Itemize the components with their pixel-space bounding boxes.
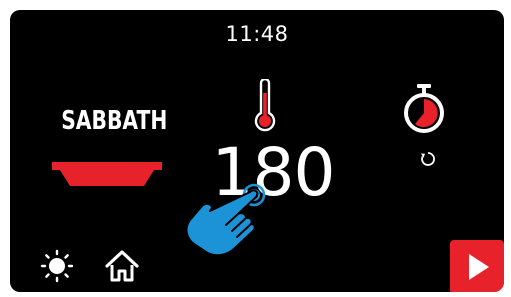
play-icon	[469, 254, 489, 280]
stopwatch-icon[interactable]	[401, 82, 447, 136]
thermometer-icon[interactable]	[253, 79, 277, 133]
oven-control-screen: 11:48 SABBATH 180	[10, 10, 504, 292]
reset-arrow-icon[interactable]	[419, 150, 437, 168]
tap-hand-icon	[185, 183, 266, 257]
start-button[interactable]	[450, 240, 504, 292]
home-icon[interactable]	[104, 249, 140, 283]
clock-time: 11:48	[225, 22, 289, 46]
cooking-mode-label[interactable]: SABBATH	[61, 106, 167, 136]
oven-tray-icon[interactable]	[52, 160, 164, 190]
sun-icon[interactable]	[40, 249, 74, 283]
